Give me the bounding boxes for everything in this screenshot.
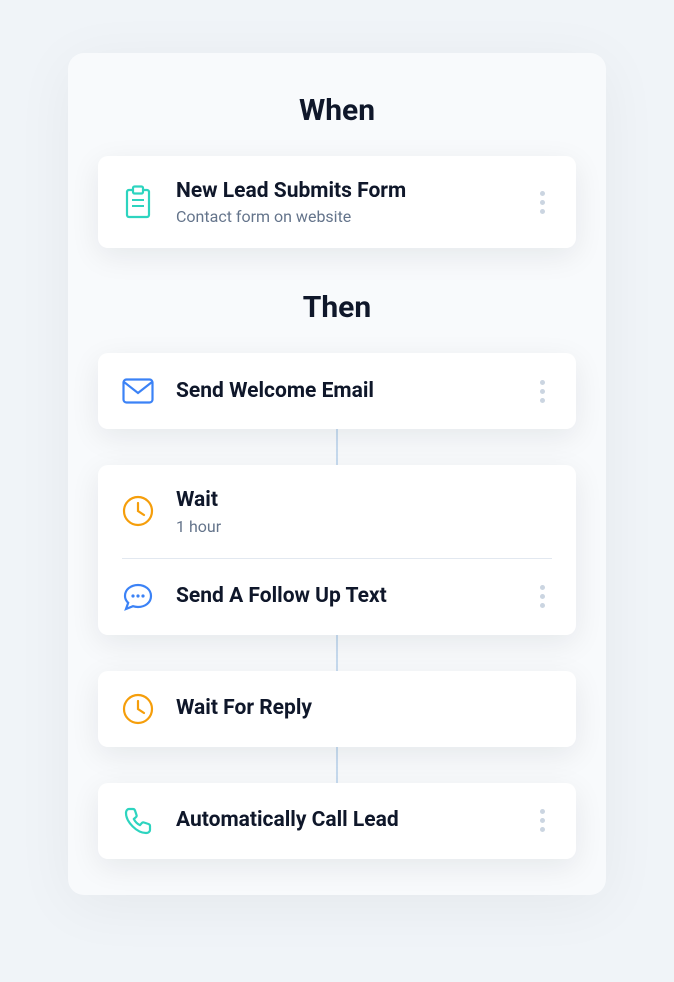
call-lead-title: Automatically Call Lead bbox=[176, 807, 532, 834]
followup-text-content: Send A Follow Up Text bbox=[176, 583, 532, 610]
phone-icon bbox=[122, 805, 154, 837]
call-lead-card[interactable]: Automatically Call Lead bbox=[98, 783, 576, 859]
call-lead-content: Automatically Call Lead bbox=[176, 807, 532, 834]
when-header: When bbox=[98, 93, 576, 128]
connector-line bbox=[336, 747, 338, 783]
call-lead-menu-icon[interactable] bbox=[532, 809, 552, 833]
send-email-title: Send Welcome Email bbox=[176, 378, 532, 405]
trigger-subtitle: Contact form on website bbox=[176, 207, 532, 226]
send-email-card[interactable]: Send Welcome Email bbox=[98, 353, 576, 429]
clipboard-icon bbox=[122, 186, 154, 218]
send-email-menu-icon[interactable] bbox=[532, 379, 552, 403]
wait-followup-card: Wait 1 hour Send A Follow Up Text bbox=[98, 465, 576, 634]
connector-line bbox=[336, 429, 338, 465]
connector-line bbox=[336, 635, 338, 671]
trigger-content: New Lead Submits Form Contact form on we… bbox=[176, 178, 532, 226]
followup-text-title: Send A Follow Up Text bbox=[176, 583, 532, 610]
wait-content: Wait 1 hour bbox=[176, 487, 552, 535]
trigger-card[interactable]: New Lead Submits Form Contact form on we… bbox=[98, 156, 576, 248]
message-icon bbox=[122, 581, 154, 613]
then-header: Then bbox=[98, 290, 576, 325]
wait-reply-title: Wait For Reply bbox=[176, 695, 552, 722]
trigger-title: New Lead Submits Form bbox=[176, 178, 532, 205]
clock-icon bbox=[122, 693, 154, 725]
followup-text-row[interactable]: Send A Follow Up Text bbox=[98, 559, 576, 635]
workflow-panel: When New Lead Submits Form Contact form … bbox=[68, 53, 606, 895]
wait-title: Wait bbox=[176, 487, 552, 514]
wait-row[interactable]: Wait 1 hour bbox=[98, 465, 576, 557]
send-email-content: Send Welcome Email bbox=[176, 378, 532, 405]
email-icon bbox=[122, 375, 154, 407]
clock-icon bbox=[122, 495, 154, 527]
wait-reply-content: Wait For Reply bbox=[176, 695, 552, 722]
trigger-menu-icon[interactable] bbox=[532, 190, 552, 214]
wait-subtitle: 1 hour bbox=[176, 517, 552, 536]
followup-text-menu-icon[interactable] bbox=[532, 585, 552, 609]
wait-reply-card[interactable]: Wait For Reply bbox=[98, 671, 576, 747]
